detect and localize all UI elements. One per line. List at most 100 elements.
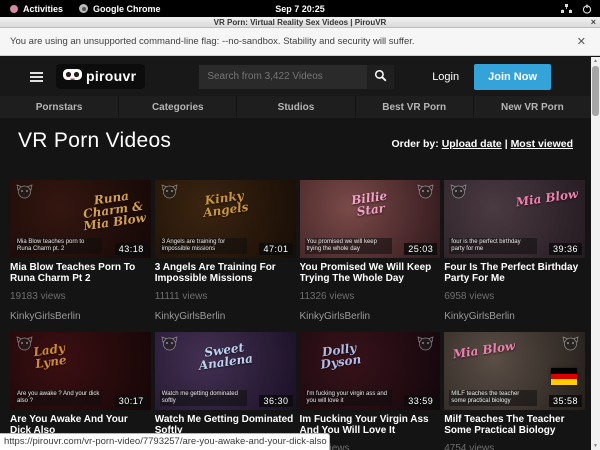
login-link[interactable]: Login (432, 71, 459, 83)
video-thumbnail[interactable]: Billie Star You promised we will keep tr… (300, 180, 441, 258)
video-card[interactable]: Mia Blow four is the perfect birthday pa… (444, 180, 585, 322)
cat-mask-watermark-icon (417, 184, 434, 204)
cat-mask-watermark-icon (562, 336, 579, 356)
video-grid: Runa Charm & Mia Blow Mia Blow teaches p… (0, 180, 591, 450)
video-caption: 3 Angels are training for impossible mis… (160, 238, 247, 254)
page-title: VR Porn Videos (18, 129, 171, 153)
menu-hamburger-icon[interactable] (30, 72, 43, 82)
cat-mask-watermark-icon (16, 184, 33, 204)
video-thumbnail[interactable]: Dolly Dyson I'm fucking your virgin ass … (300, 332, 441, 410)
status-url-bubble: https://pirouvr.com/vr-porn-video/779325… (0, 433, 330, 450)
cat-mask-watermark-icon (450, 184, 467, 204)
video-caption: MILF teaches the teacher some practical … (449, 390, 536, 406)
order-by-upload-date-link[interactable]: Upload date (442, 138, 502, 150)
scroll-up-icon[interactable]: ▲ (591, 57, 600, 65)
cat-mask-watermark-icon (161, 184, 178, 204)
video-title[interactable]: Four Is The Perfect Birthday Party For M… (444, 262, 585, 284)
order-by: Order by: Upload date | Most viewed (392, 138, 574, 153)
join-now-button[interactable]: Join Now (474, 64, 551, 90)
power-icon[interactable] (582, 4, 592, 14)
site-logo[interactable]: pirouvr (56, 64, 145, 89)
video-title[interactable]: You Promised We Will Keep Trying The Who… (300, 262, 441, 284)
nav-item-studios[interactable]: Studios (236, 96, 354, 118)
scrollbar-thumb[interactable] (592, 66, 599, 116)
video-overlay-name: Dolly Dyson (306, 340, 373, 373)
scroll-down-icon[interactable]: ▼ (591, 442, 600, 450)
video-thumbnail[interactable]: Sweet Analena Watch me getting dominated… (155, 332, 296, 410)
activities-label: Activities (23, 4, 63, 14)
video-studio-link[interactable]: KinkyGirlsBerlin (444, 311, 585, 322)
video-views: 19183 views (10, 291, 151, 302)
video-overlay-name: Billie Star (336, 188, 403, 221)
window-close-icon[interactable]: × (591, 17, 596, 28)
cat-mask-watermark-icon (161, 336, 178, 356)
video-caption: You promised we will keep trying the who… (305, 238, 392, 254)
video-caption: I'm fucking your virgin ass and you will… (305, 390, 392, 406)
video-thumbnail[interactable]: Mia Blow MILF teaches the teacher some p… (444, 332, 585, 410)
video-caption: Are you awake ? And your dick also ? (15, 390, 102, 406)
order-separator: | (502, 138, 511, 150)
network-icon[interactable] (561, 4, 572, 14)
browser-scrollbar[interactable]: ▲ ▼ (591, 57, 600, 450)
video-thumbnail[interactable]: Mia Blow four is the perfect birthday pa… (444, 180, 585, 258)
video-card[interactable]: Mia Blow MILF teaches the teacher some p… (444, 332, 585, 450)
video-views: 6958 views (444, 291, 585, 302)
main-nav: Pornstars Categories Studios Best VR Por… (0, 96, 591, 118)
video-studio-link[interactable]: KinkyGirlsBerlin (155, 311, 296, 322)
sandbox-warning-bar: You are using an unsupported command-lin… (0, 28, 600, 56)
video-caption: Mia Blow teaches porn to Runa Charm pt. … (15, 238, 102, 254)
logo-text: pirouvr (86, 68, 136, 84)
search-form (199, 65, 394, 89)
german-flag-icon (551, 368, 577, 385)
video-duration-badge: 25:03 (404, 243, 437, 255)
video-duration-badge: 33:59 (404, 395, 437, 407)
video-card[interactable]: Kinky Angels 3 Angels are training for i… (155, 180, 296, 322)
video-thumbnail[interactable]: Lady Lyne Are you awake ? And your dick … (10, 332, 151, 410)
video-card[interactable]: Runa Charm & Mia Blow Mia Blow teaches p… (10, 180, 151, 322)
video-title[interactable]: Milf Teaches The Teacher Some Practical … (444, 414, 585, 436)
sandbox-warning-text: You are using an unsupported command-lin… (10, 36, 415, 47)
video-overlay-name: Sweet Analena (191, 340, 258, 373)
video-title[interactable]: Mia Blow Teaches Porn To Runa Charm Pt 2 (10, 262, 151, 284)
activities-button[interactable]: Activities (10, 4, 63, 14)
video-overlay-name: Mia Blow (514, 188, 579, 209)
video-thumbnail[interactable]: Kinky Angels 3 Angels are training for i… (155, 180, 296, 258)
window-title-bar: VR Porn: Virtual Reality Sex Videos | Pi… (0, 17, 600, 28)
site-header: pirouvr Login Join Now (0, 57, 591, 96)
video-duration-badge: 43:18 (115, 243, 148, 255)
video-overlay-name: Kinky Angels (191, 188, 258, 221)
video-caption: Watch me getting dominated softly (160, 390, 247, 406)
vr-goggles-icon (63, 67, 82, 85)
video-duration-badge: 30:17 (115, 395, 148, 407)
video-overlay-name: Runa Charm & Mia Blow (79, 188, 147, 233)
video-caption: four is the perfect birthday party for m… (449, 238, 536, 254)
search-input[interactable] (199, 65, 367, 89)
activities-dot-icon (10, 5, 18, 13)
search-button[interactable] (367, 65, 394, 89)
video-views: 11111 views (155, 291, 296, 302)
nav-item-categories[interactable]: Categories (118, 96, 236, 118)
video-views: 11326 views (300, 291, 441, 302)
video-views: 4754 views (444, 443, 585, 450)
nav-item-new-vr-porn[interactable]: New VR Porn (473, 96, 591, 118)
system-top-bar: Activities Google Chrome Sep 7 20:25 (0, 0, 600, 17)
nav-item-pornstars[interactable]: Pornstars (0, 96, 118, 118)
chrome-icon (79, 4, 88, 13)
video-studio-link[interactable]: KinkyGirlsBerlin (300, 311, 441, 322)
order-by-label: Order by: (392, 138, 439, 150)
video-duration-badge: 39:36 (549, 243, 582, 255)
app-menu-label: Google Chrome (93, 4, 161, 14)
video-thumbnail[interactable]: Runa Charm & Mia Blow Mia Blow teaches p… (10, 180, 151, 258)
video-duration-badge: 47:01 (259, 243, 292, 255)
video-duration-badge: 36:30 (259, 395, 292, 407)
search-icon (374, 69, 387, 85)
nav-item-best-vr-porn[interactable]: Best VR Porn (355, 96, 473, 118)
video-duration-badge: 35:58 (549, 395, 582, 407)
warning-close-icon[interactable]: ✕ (577, 35, 586, 48)
browser-viewport: pirouvr Login Join Now Pornstars Categor… (0, 57, 591, 450)
order-by-most-viewed-link[interactable]: Most viewed (511, 138, 573, 150)
app-menu-button[interactable]: Google Chrome (79, 4, 161, 14)
video-card[interactable]: Billie Star You promised we will keep tr… (300, 180, 441, 322)
video-title[interactable]: 3 Angels Are Training For Impossible Mis… (155, 262, 296, 284)
video-studio-link[interactable]: KinkyGirlsBerlin (10, 311, 151, 322)
